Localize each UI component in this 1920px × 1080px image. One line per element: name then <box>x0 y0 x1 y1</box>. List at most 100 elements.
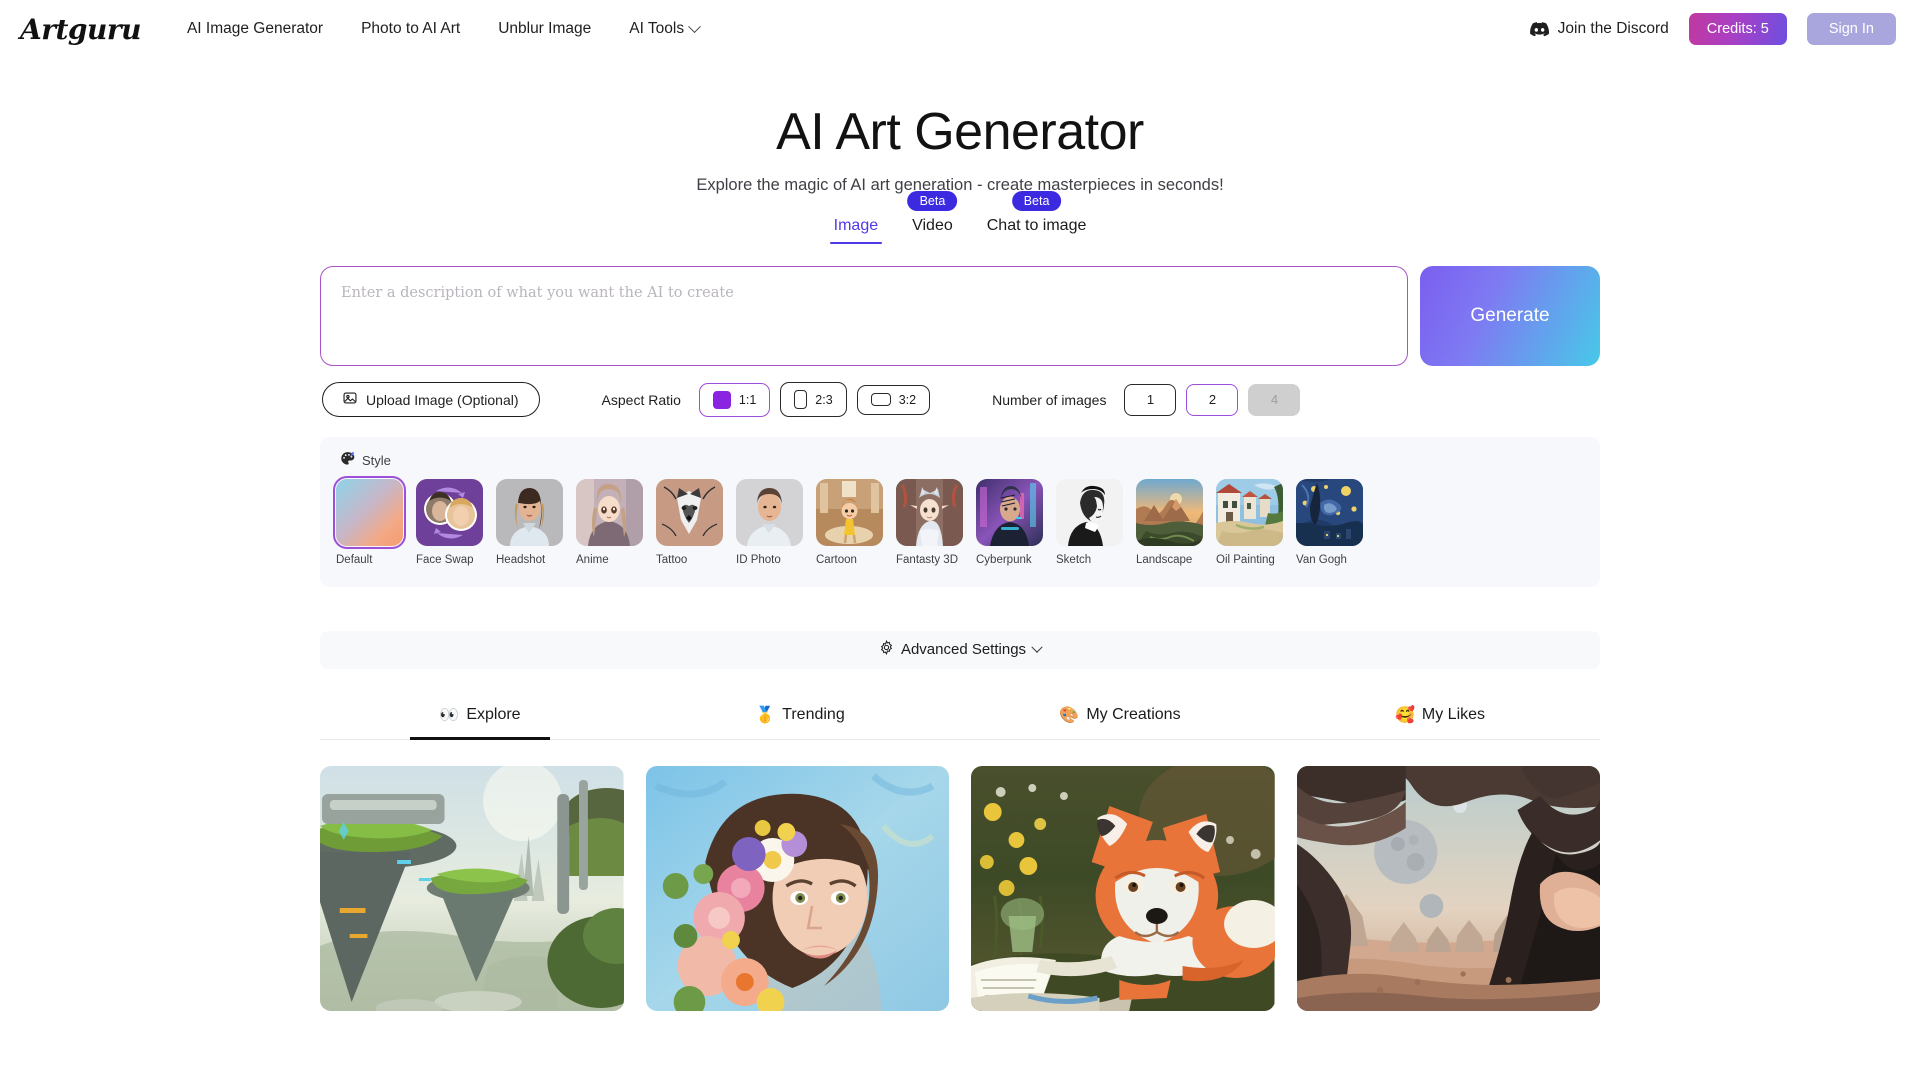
gallery-tab-label: My Likes <box>1421 705 1486 723</box>
style-item-id-photo[interactable]: ID Photo <box>736 479 803 569</box>
options-row: Upload Image (Optional) Aspect Ratio 1:1… <box>320 382 1600 418</box>
gallery-tab-my-creations[interactable]: 🎨 My Creations <box>960 705 1280 739</box>
palette-icon <box>340 451 355 469</box>
style-thumbnail <box>576 479 643 547</box>
aspect-ratio-label-text: 1:1 <box>738 392 757 407</box>
header-actions: Join the Discord Credits: 5 Sign In <box>1529 13 1896 45</box>
gallery-image <box>645 765 949 1011</box>
gallery-card[interactable] <box>1296 765 1600 1011</box>
sign-in-button[interactable]: Sign In <box>1806 13 1896 45</box>
style-label: Landscape <box>1136 554 1193 567</box>
style-item-anime[interactable]: Anime <box>576 479 643 569</box>
chevron-down-icon <box>688 19 701 33</box>
nav-item-ai-tools[interactable]: AI Tools <box>629 19 701 38</box>
style-thumbnail <box>736 479 803 547</box>
discord-icon <box>1529 21 1549 37</box>
gallery-tabs: 👀 Explore 🥇 Trending 🎨 My Creations 🥰 My… <box>320 705 1600 740</box>
style-item-tattoo[interactable]: Tattoo <box>656 479 723 569</box>
gallery-card[interactable] <box>645 765 949 1011</box>
aspect-ratio-2-3[interactable]: 2:3 <box>780 382 847 418</box>
join-discord-link[interactable]: Join the Discord <box>1529 20 1669 38</box>
style-thumbnail <box>656 479 723 547</box>
nav-item-unblur-image[interactable]: Unblur Image <box>498 20 591 38</box>
prompt-input[interactable]: Enter a description of what you want the… <box>320 266 1408 367</box>
landscape-swatch-icon <box>870 393 891 407</box>
style-item-cyberpunk[interactable]: Cyberpunk <box>976 479 1043 569</box>
style-label: Tattoo <box>656 554 688 567</box>
upload-image-label: Upload Image (Optional) <box>366 391 519 408</box>
page-title: AI Art Generator <box>776 103 1144 161</box>
mode-tabs: Image Beta Video Beta Chat to image <box>0 191 1920 245</box>
number-option-2[interactable]: 2 <box>1186 383 1239 416</box>
credits-button[interactable]: Credits: 5 <box>1688 13 1787 45</box>
style-item-face-swap[interactable]: Face Swap <box>416 479 483 569</box>
prompt-placeholder: Enter a description of what you want the… <box>341 285 734 302</box>
gallery-tab-trending[interactable]: 🥇 Trending <box>640 705 960 739</box>
style-item-sketch[interactable]: Sketch <box>1056 479 1123 569</box>
chevron-down-icon <box>1031 641 1043 653</box>
tab-label: Video <box>912 217 953 235</box>
style-heading: Style <box>340 451 1584 469</box>
style-section: Style Default Face Swap Headshot Anime T… <box>320 437 1600 587</box>
gear-icon <box>879 640 894 659</box>
advanced-settings-toggle[interactable]: Advanced Settings <box>320 630 1600 669</box>
aspect-ratio-label-text: 2:3 <box>815 392 833 407</box>
style-label: Face Swap <box>416 554 474 567</box>
aspect-ratio-group: 1:1 2:3 3:2 <box>698 382 931 418</box>
style-heading-label: Style <box>362 452 391 468</box>
beta-badge: Beta <box>907 191 958 212</box>
nav-label: AI Image Generator <box>186 20 324 37</box>
page-subtitle: Explore the magic of AI art generation -… <box>696 176 1224 195</box>
prompt-row: Enter a description of what you want the… <box>320 266 1600 367</box>
nav-item-ai-image-generator[interactable]: AI Image Generator <box>187 20 323 38</box>
style-thumbnail <box>896 479 963 547</box>
advanced-settings-label: Advanced Settings <box>900 641 1027 659</box>
palette-emoji-icon: 🎨 <box>1059 706 1080 724</box>
aspect-ratio-label: Aspect Ratio <box>601 391 681 408</box>
upload-image-button[interactable]: Upload Image (Optional) <box>322 382 540 418</box>
style-item-headshot[interactable]: Headshot <box>496 479 563 569</box>
gallery-tab-explore[interactable]: 👀 Explore <box>320 705 640 739</box>
style-list: Default Face Swap Headshot Anime Tattoo … <box>333 476 1584 569</box>
number-of-images-label: Number of images <box>992 391 1107 408</box>
style-item-oil-painting[interactable]: Oil Painting <box>1216 479 1283 569</box>
nav-item-photo-to-ai-art[interactable]: Photo to AI Art <box>361 20 460 38</box>
gallery-image <box>320 765 624 1011</box>
portrait-swatch-icon <box>794 390 808 410</box>
style-thumbnail <box>333 476 406 550</box>
image-icon <box>343 391 357 408</box>
gallery-image <box>1296 765 1600 1011</box>
logo[interactable]: Artguru <box>20 13 141 46</box>
tab-video[interactable]: Beta Video <box>907 191 958 244</box>
style-item-van-gogh[interactable]: Van Gogh <box>1296 479 1363 569</box>
style-item-landscape[interactable]: Landscape <box>1136 479 1203 569</box>
style-item-cartoon[interactable]: Cartoon <box>816 479 883 569</box>
main-nav: AI Image Generator Photo to AI Art Unblu… <box>187 19 701 38</box>
site-header: Artguru AI Image Generator Photo to AI A… <box>0 0 1920 58</box>
gallery-image <box>971 765 1275 1011</box>
number-option-1[interactable]: 1 <box>1124 383 1177 416</box>
style-thumbnail <box>1136 479 1203 547</box>
style-label: Headshot <box>496 554 546 567</box>
style-thumbnail <box>816 479 883 547</box>
generate-button[interactable]: Generate <box>1420 266 1600 367</box>
gallery-card[interactable] <box>320 765 624 1011</box>
gallery-grid <box>320 765 1600 1011</box>
tab-label: Image <box>833 217 879 235</box>
hero-section: AI Art Generator Explore the magic of AI… <box>0 103 1920 195</box>
style-thumbnail <box>1216 479 1283 547</box>
style-label: Default <box>336 554 373 567</box>
gallery-card[interactable] <box>971 765 1275 1011</box>
style-thumbnail <box>496 479 563 547</box>
smiling-hearts-icon: 🥰 <box>1394 706 1415 724</box>
aspect-ratio-3-2[interactable]: 3:2 <box>856 384 931 415</box>
aspect-ratio-1-1[interactable]: 1:1 <box>698 382 771 417</box>
style-item-fantasty-3d[interactable]: Fantasty 3D <box>896 479 963 569</box>
style-item-default[interactable]: Default <box>333 476 406 569</box>
tab-image[interactable]: Image <box>829 217 883 245</box>
style-label: Cyberpunk <box>976 554 1032 567</box>
tab-chat-to-image[interactable]: Beta Chat to image <box>983 191 1091 244</box>
gallery-tab-my-likes[interactable]: 🥰 My Likes <box>1280 705 1600 739</box>
style-label: Van Gogh <box>1296 554 1347 567</box>
eyes-icon: 👀 <box>439 706 460 724</box>
